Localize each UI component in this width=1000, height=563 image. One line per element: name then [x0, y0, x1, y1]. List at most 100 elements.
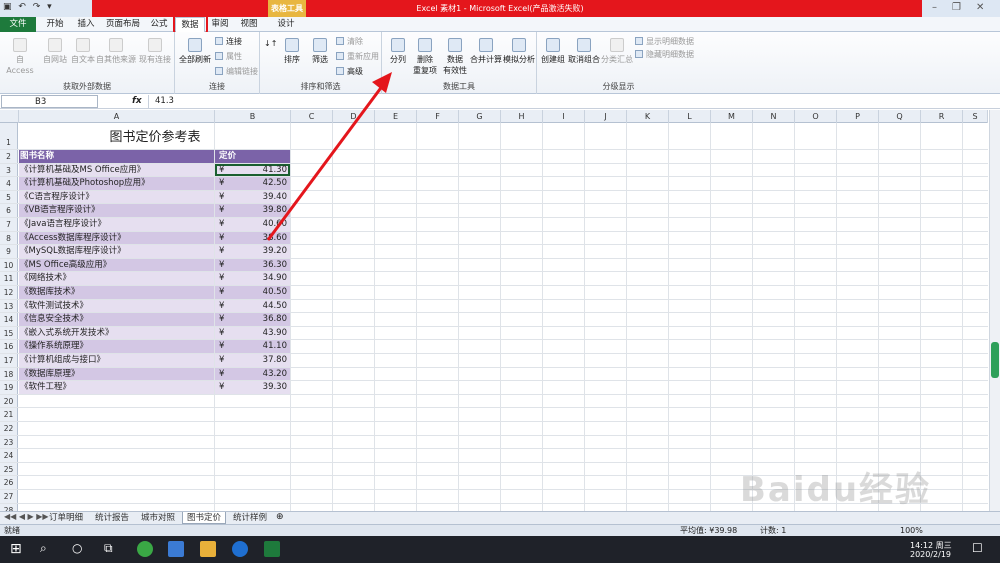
- worksheet-grid[interactable]: 1 图书定价参考表 2 图书名称 定价 3 《计算机基础及MS Office应用》 ¥41.3…: [0, 123, 988, 511]
- sheet-tab[interactable]: 统计报告: [90, 512, 134, 524]
- tab-design[interactable]: 设计: [270, 17, 302, 32]
- row-header[interactable]: 28: [0, 503, 18, 511]
- row-header[interactable]: 1: [0, 123, 18, 149]
- header-cell-price[interactable]: 定价: [215, 150, 290, 163]
- tab-view[interactable]: 视图: [236, 17, 262, 32]
- price-cell[interactable]: ¥37.80: [215, 354, 290, 367]
- price-cell[interactable]: ¥36.30: [215, 258, 290, 272]
- excel-icon[interactable]: [264, 541, 280, 557]
- vertical-scrollbar[interactable]: [989, 110, 1000, 511]
- row-header[interactable]: 2: [0, 150, 18, 163]
- column-header-k[interactable]: K: [627, 110, 669, 123]
- tab-page-layout[interactable]: 页面布局: [102, 17, 144, 32]
- close-icon[interactable]: ✕: [976, 2, 984, 13]
- row-header[interactable]: 23: [0, 435, 18, 449]
- book-name-cell[interactable]: 《计算机基础及MS Office应用》: [19, 163, 214, 177]
- column-header-d[interactable]: D: [333, 110, 375, 123]
- column-header-m[interactable]: M: [711, 110, 753, 123]
- data-validation-button[interactable]: 数据 有效性: [440, 38, 470, 76]
- price-cell[interactable]: ¥40.60: [215, 218, 290, 231]
- row-header[interactable]: 21: [0, 408, 18, 421]
- row-header[interactable]: 6: [0, 204, 18, 217]
- row-header[interactable]: 10: [0, 258, 18, 272]
- row-header[interactable]: 12: [0, 286, 18, 299]
- book-name-cell[interactable]: 《MS Office高级应用》: [19, 258, 214, 272]
- text-to-columns-button[interactable]: 分列: [386, 38, 410, 65]
- tab-home[interactable]: 开始: [40, 17, 70, 32]
- browser-360-icon[interactable]: [137, 541, 153, 557]
- column-header-h[interactable]: H: [501, 110, 543, 123]
- column-header-s[interactable]: S: [963, 110, 988, 123]
- book-name-cell[interactable]: 《信息安全技术》: [19, 313, 214, 326]
- book-name-cell[interactable]: 《计算机基础及Photoshop应用》: [19, 177, 214, 190]
- price-cell[interactable]: ¥39.20: [215, 245, 290, 258]
- price-cell[interactable]: ¥39.30: [215, 381, 290, 394]
- sheet-nav-icon[interactable]: ◀◀ ◀ ▶ ▶▶: [4, 512, 49, 521]
- existing-connections-button[interactable]: 现有连接: [138, 38, 172, 65]
- row-header[interactable]: 9: [0, 245, 18, 258]
- app-icon[interactable]: [168, 541, 184, 557]
- price-cell[interactable]: ¥39.80: [215, 204, 290, 217]
- column-header-f[interactable]: F: [417, 110, 459, 123]
- hide-detail-button[interactable]: 隐藏明细数据: [635, 49, 694, 60]
- new-sheet-icon[interactable]: ⊕: [276, 512, 284, 522]
- ungroup-button[interactable]: 取消组合: [567, 38, 601, 65]
- book-name-cell[interactable]: 《VB语言程序设计》: [19, 204, 214, 217]
- tab-review[interactable]: 审阅: [207, 17, 233, 32]
- book-name-cell[interactable]: 《操作系统原理》: [19, 340, 214, 353]
- task-view-icon[interactable]: ⧉: [104, 541, 113, 556]
- header-cell-name[interactable]: 图书名称: [19, 150, 214, 163]
- book-name-cell[interactable]: 《数据库技术》: [19, 286, 214, 299]
- price-cell[interactable]: ¥39.40: [215, 190, 290, 204]
- row-header[interactable]: 4: [0, 177, 18, 190]
- column-header-e[interactable]: E: [375, 110, 417, 123]
- column-header-n[interactable]: N: [753, 110, 795, 123]
- tab-file[interactable]: 文件: [0, 17, 36, 32]
- row-header[interactable]: 22: [0, 422, 18, 435]
- properties-button[interactable]: 属性: [215, 51, 242, 62]
- row-header[interactable]: 17: [0, 354, 18, 367]
- advanced-button[interactable]: 高级: [336, 66, 363, 77]
- price-cell[interactable]: ¥40.50: [215, 286, 290, 299]
- price-cell[interactable]: ¥34.90: [215, 272, 290, 285]
- from-web-button[interactable]: 自网站: [40, 38, 70, 65]
- row-header[interactable]: 13: [0, 299, 18, 313]
- minimize-icon[interactable]: –: [932, 2, 937, 13]
- row-header[interactable]: 3: [0, 163, 18, 177]
- sort-button[interactable]: 排序: [280, 38, 304, 65]
- row-header[interactable]: 11: [0, 272, 18, 285]
- row-header[interactable]: 27: [0, 490, 18, 503]
- row-header[interactable]: 20: [0, 394, 18, 408]
- group-button[interactable]: 创建组: [539, 38, 567, 65]
- row-header[interactable]: 18: [0, 367, 18, 381]
- tab-formulas[interactable]: 公式: [146, 17, 172, 32]
- reapply-button[interactable]: 重新应用: [336, 51, 379, 62]
- price-cell[interactable]: ¥36.80: [215, 313, 290, 326]
- scroll-thumb[interactable]: [991, 342, 999, 378]
- tab-insert[interactable]: 插入: [72, 17, 100, 32]
- column-header-j[interactable]: J: [585, 110, 627, 123]
- formula-input[interactable]: 41.3: [148, 95, 990, 108]
- edge-icon[interactable]: [232, 541, 248, 557]
- folder-icon[interactable]: [200, 541, 216, 557]
- price-cell[interactable]: ¥44.50: [215, 299, 290, 313]
- sheet-tab[interactable]: 统计样例: [228, 512, 272, 524]
- cortana-icon[interactable]: ○: [72, 541, 82, 555]
- book-name-cell[interactable]: 《Access数据库程序设计》: [19, 231, 214, 245]
- sheet-tab[interactable]: 城市对照: [136, 512, 180, 524]
- remove-duplicates-button[interactable]: 删除 重复项: [410, 38, 440, 76]
- column-header-i[interactable]: I: [543, 110, 585, 123]
- fx-icon[interactable]: fx: [132, 95, 142, 108]
- price-cell[interactable]: ¥43.20: [215, 367, 290, 381]
- edit-links-button[interactable]: 编辑链接: [215, 66, 258, 77]
- windows-start-icon[interactable]: ⊞: [10, 541, 22, 557]
- price-cell[interactable]: ¥41.10: [215, 340, 290, 353]
- filter-button[interactable]: 筛选: [308, 38, 332, 65]
- what-if-button[interactable]: 模拟分析: [502, 38, 536, 65]
- book-name-cell[interactable]: 《软件测试技术》: [19, 299, 214, 313]
- search-icon[interactable]: ⌕: [40, 541, 47, 556]
- book-name-cell[interactable]: 《软件工程》: [19, 381, 214, 394]
- price-cell[interactable]: ¥43.90: [215, 326, 290, 340]
- zoom-level[interactable]: 100%: [900, 525, 923, 536]
- row-header[interactable]: 8: [0, 231, 18, 245]
